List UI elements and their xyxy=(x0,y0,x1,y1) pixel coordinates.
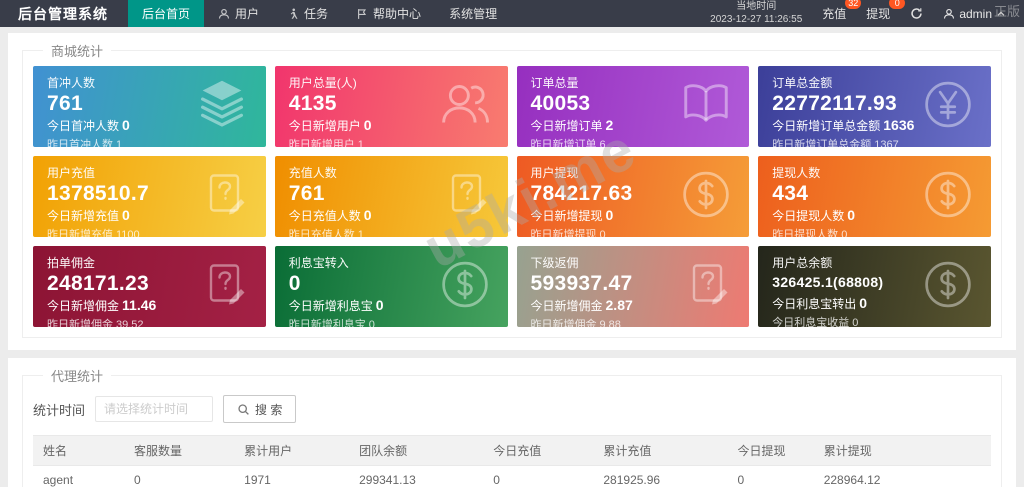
table-header: 团队余额 xyxy=(349,435,484,466)
stat-time-input[interactable] xyxy=(95,396,214,422)
card-yesterday-line: 昨日新增充值 1100 xyxy=(47,229,140,237)
table-header: 累计提现 xyxy=(813,435,991,466)
nav-item-label: 用户 xyxy=(235,7,260,21)
stat-card-2: 订单总量 40053 今日新增订单 2 昨日新增订单 6 xyxy=(516,66,750,147)
stat-card-7: 提现人数 434 今日提现人数 0 昨日提现人数 0 xyxy=(758,156,991,237)
stat-card-5: 充值人数 761 今日充值人数 0 昨日充值人数 1 xyxy=(274,156,508,237)
nav-item-3[interactable]: 帮助中心 xyxy=(342,0,435,27)
user-icon xyxy=(218,8,230,20)
table-row: agent 0 1971 299341.13 0 281925.96 0 228964.12 xyxy=(33,465,991,487)
stat-card-0: 首冲人数 761 今日首冲人数 0 昨日首冲人数 1 xyxy=(33,66,266,147)
agent-stats-fieldset: 代理统计 统计时间 搜 索 姓名客服数量累计用户团队余额今日充值累计充值今日提现… xyxy=(22,366,1002,487)
recharge-badge: 32 xyxy=(845,0,862,9)
search-button[interactable]: 搜 索 xyxy=(223,395,297,423)
nav-item-0[interactable]: 后台首页 xyxy=(128,0,205,27)
table-cell: 1971 xyxy=(234,465,350,487)
top-navbar: 后台管理系统 后台首页 用户 任务 帮助中心 系统管理 当地时间 2023-12-27 … xyxy=(0,0,1024,27)
mall-stats-legend: 商城统计 xyxy=(51,44,104,59)
nav-item-label: 后台首页 xyxy=(142,7,191,21)
nav-item-4[interactable]: 系统管理 xyxy=(435,0,511,27)
table-cell: 0 xyxy=(124,465,235,487)
table-cell: 0 xyxy=(727,465,814,487)
card-yesterday-line: 昨日充值人数 1 xyxy=(288,229,364,237)
table-header-row: 姓名 客服数量 累计用户 团队余额 今日充值 累计充值 今日提现 累计提现 xyxy=(33,435,991,466)
card-yesterday-line: 昨日新增佣金 9.88 xyxy=(530,319,621,327)
withdraw-badge: 0 xyxy=(889,0,906,9)
mall-stats-panel: 商城统计 首冲人数 761 今日首冲人数 0 昨日首冲人数 1 用户总量(人) 4135 今日新… xyxy=(8,33,1016,350)
card-yesterday-line: 昨日新增用户 1 xyxy=(288,139,364,147)
doc-question-icon xyxy=(685,260,733,313)
table-header: 累计用户 xyxy=(234,435,350,466)
stat-card-4: 用户充值 1378510.7 今日新增充值 0 昨日新增充值 1100 xyxy=(33,156,266,237)
stat-card-8: 拍单佣金 248171.23 今日新增佣金 11.46 昨日新增佣金 39.52 xyxy=(33,246,266,327)
local-time-value: 2023-12-27 11:26:55 xyxy=(710,13,803,25)
card-yesterday-line: 昨日首冲人数 1 xyxy=(47,139,123,147)
filter-label: 统计时间 xyxy=(33,402,86,418)
card-yesterday-line: 昨日新增佣金 39.52 xyxy=(47,319,144,327)
local-time-label: 当地时间 xyxy=(736,1,777,12)
table-header: 姓名 xyxy=(33,435,124,466)
book-icon xyxy=(679,77,733,136)
recharge-link[interactable]: 充值 32 xyxy=(822,0,862,22)
card-yesterday-line: 昨日新增订单总金额 1367 xyxy=(772,139,899,147)
stat-card-9: 利息宝转入 0 今日新增利息宝 0 昨日新增利息宝 0 xyxy=(274,246,508,327)
nav-item-label: 系统管理 xyxy=(449,7,498,21)
local-time: 当地时间 2023-12-27 11:26:55 xyxy=(710,1,802,26)
navbar-right: 当地时间 2023-12-27 11:26:55 充值 32 提现 0 admi… xyxy=(710,0,1024,27)
app-title: 后台管理系统 xyxy=(18,5,108,22)
card-yesterday-line: 昨日新增提现 0 xyxy=(530,229,606,237)
table-header: 客服数量 xyxy=(124,435,235,466)
stat-cards-grid: 首冲人数 761 今日首冲人数 0 昨日首冲人数 1 用户总量(人) 4135 今日新增用户 0 昨… xyxy=(33,66,991,327)
table-cell: 299341.13 xyxy=(349,465,484,487)
stat-card-1: 用户总量(人) 4135 今日新增用户 0 昨日新增用户 1 xyxy=(274,66,508,147)
doc-question-icon xyxy=(444,170,492,223)
main-content: 商城统计 首冲人数 761 今日首冲人数 0 昨日首冲人数 1 用户总量(人) 4135 今日新… xyxy=(8,33,1016,487)
agent-stats-panel: 代理统计 统计时间 搜 索 姓名客服数量累计用户团队余额今日充值累计充值今日提现… xyxy=(8,358,1016,487)
nav-item-2[interactable]: 任务 xyxy=(273,0,342,27)
dollar-circle-icon xyxy=(679,167,733,226)
yuan-circle-icon xyxy=(921,77,975,136)
stat-card-3: 订单总金额 22772117.93 今日新增订单总金额 1636 昨日新增订单总金额 13… xyxy=(758,66,991,147)
nav-item-label: 任务 xyxy=(304,7,329,21)
agent-table: 姓名 客服数量 累计用户 团队余额 今日充值 累计充值 今日提现 累计提现 agent 0 197… xyxy=(33,435,991,487)
card-yesterday-line: 昨日新增订单 6 xyxy=(530,139,606,147)
dollar-circle-icon xyxy=(921,167,975,226)
user-icon xyxy=(943,8,955,20)
username: admin xyxy=(959,6,992,21)
walking-icon xyxy=(287,7,299,20)
refresh-icon[interactable] xyxy=(910,7,923,20)
card-yesterday-line: 昨日新增利息宝 0 xyxy=(288,319,375,327)
layers-icon xyxy=(194,76,250,137)
search-icon xyxy=(237,403,250,416)
dollar-circle-icon xyxy=(921,257,975,316)
main-menu: 后台首页 用户 任务 帮助中心 系统管理 xyxy=(128,0,511,27)
user-menu[interactable]: admin xyxy=(943,7,1006,21)
table-header: 今日充值 xyxy=(483,435,594,466)
table-cell: 281925.96 xyxy=(593,465,728,487)
doc-question-icon xyxy=(202,260,250,313)
card-yesterday-line: 昨日提现人数 0 xyxy=(772,229,848,237)
stat-card-6: 用户提现 784217.63 今日新增提现 0 昨日新增提现 0 xyxy=(516,156,750,237)
table-cell: 228964.12 xyxy=(813,465,991,487)
flag-icon xyxy=(356,8,368,20)
nav-item-1[interactable]: 用户 xyxy=(204,0,273,27)
stat-card-10: 下级返佣 593937.47 今日新增佣金 2.87 昨日新增佣金 9.88 xyxy=(516,246,750,327)
table-header: 今日提现 xyxy=(727,435,814,466)
table-header: 累计充值 xyxy=(593,435,728,466)
table-cell: 0 xyxy=(483,465,594,487)
table-cell: agent xyxy=(33,465,124,487)
nav-item-label: 帮助中心 xyxy=(373,7,422,21)
doc-question-icon xyxy=(202,170,250,223)
stat-card-11: 用户总余额 326425.1(68808) 今日利息宝转出 0 今日利息宝收益 0 xyxy=(758,246,991,327)
filter-form: 统计时间 搜 索 xyxy=(33,395,991,423)
dollar-circle-icon xyxy=(438,257,492,316)
users-icon xyxy=(438,77,492,136)
withdraw-link[interactable]: 提现 0 xyxy=(866,0,906,22)
chevron-up-icon xyxy=(996,9,1006,19)
mall-stats-fieldset: 商城统计 首冲人数 761 今日首冲人数 0 昨日首冲人数 1 用户总量(人) 4135 今日新… xyxy=(22,41,1002,338)
agent-stats-legend: 代理统计 xyxy=(51,369,104,384)
